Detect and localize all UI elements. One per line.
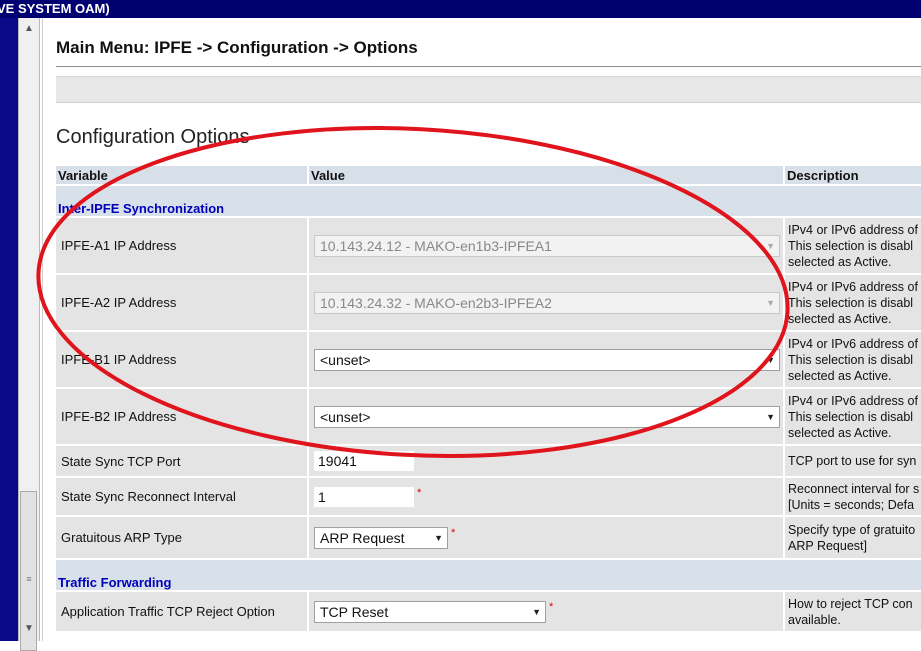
- variable-label: Gratuitous ARP Type: [56, 517, 309, 558]
- state-sync-reconnect-interval-input[interactable]: 1: [314, 486, 414, 507]
- variable-label: State Sync TCP Port: [56, 446, 309, 476]
- ipfe-b2-ip-address-select[interactable]: <unset> ▼: [314, 405, 780, 428]
- value-cell: <unset> ▼: [309, 332, 785, 387]
- chevron-down-icon: ▼: [766, 354, 775, 365]
- select-value: TCP Reset: [320, 603, 389, 620]
- description-cell: Reconnect interval for s [Units = seconds…: [785, 478, 921, 515]
- description-line: IPv4 or IPv6 address of: [788, 336, 918, 351]
- vertical-scrollbar[interactable]: ▲ ≡ ▼: [18, 18, 40, 651]
- description-line: IPv4 or IPv6 address of: [788, 279, 918, 294]
- table-row: Application Traffic TCP Reject Option TCP…: [56, 592, 921, 631]
- description-cell: IPv4 or IPv6 address of This selection is…: [785, 275, 921, 330]
- value-cell: ARP Request ▼ *: [309, 517, 785, 558]
- table-row: IPFE-A2 IP Address 10.143.24.32 - MAKO-en…: [56, 275, 921, 330]
- toolbar: [56, 76, 921, 103]
- description-line: This selection is disabl: [788, 295, 914, 310]
- breadcrumb: Main Menu: IPFE -> Configuration -> Opti…: [56, 38, 418, 57]
- description-line: selected as Active.: [788, 254, 892, 269]
- chevron-down-icon: ▼: [766, 297, 775, 308]
- header-variable: Variable: [56, 166, 309, 184]
- description-line: selected as Active.: [788, 368, 892, 383]
- value-cell: <unset> ▼: [309, 389, 785, 444]
- description-line: selected as Active.: [788, 311, 892, 326]
- table-row: IPFE-B2 IP Address <unset> ▼ IPv4 or IPv6 a…: [56, 389, 921, 444]
- description-line: selected as Active.: [788, 425, 892, 440]
- value-cell: TCP Reset ▼ *: [309, 592, 785, 631]
- table-header-row: Variable Value Description: [56, 166, 921, 184]
- divider: [56, 66, 921, 67]
- variable-label: IPFE-A1 IP Address: [56, 218, 309, 273]
- table-row: IPFE-B1 IP Address <unset> ▼ IPv4 or IPv6 a…: [56, 332, 921, 387]
- table-row: State Sync Reconnect Interval 1 * Reconnect…: [56, 478, 921, 515]
- select-value: 10.143.24.12 - MAKO-en1b3-IPFEA1: [320, 237, 552, 254]
- chevron-down-icon: ▼: [434, 532, 443, 543]
- table-row: IPFE-A1 IP Address 10.143.24.12 - MAKO-en…: [56, 218, 921, 273]
- options-table: Variable Value Description Inter-IPFE Sy…: [56, 164, 921, 633]
- variable-label: IPFE-B2 IP Address: [56, 389, 309, 444]
- header-value: Value: [309, 166, 785, 184]
- description-line: available.: [788, 612, 841, 627]
- description-line: This selection is disabl: [788, 238, 914, 253]
- select-value: <unset>: [320, 351, 371, 368]
- ipfe-b1-ip-address-select[interactable]: <unset> ▼: [314, 348, 780, 371]
- description-line: IPv4 or IPv6 address of: [788, 393, 918, 408]
- group-row: Inter-IPFE Synchronization: [56, 186, 921, 216]
- value-cell: 10.143.24.12 - MAKO-en1b3-IPFEA1 ▼: [309, 218, 785, 273]
- description-cell: IPv4 or IPv6 address of This selection is…: [785, 218, 921, 273]
- description-cell: IPv4 or IPv6 address of This selection is…: [785, 389, 921, 444]
- description-cell: IPv4 or IPv6 address of This selection is…: [785, 332, 921, 387]
- description-cell: Specify type of gratuito ARP Request]: [785, 517, 921, 558]
- table-row: State Sync TCP Port 19041 TCP port to use …: [56, 446, 921, 476]
- window-title-bar: VE SYSTEM OAM): [0, 0, 921, 18]
- select-value: ARP Request: [320, 529, 405, 546]
- description-line: This selection is disabl: [788, 352, 914, 367]
- scroll-up-icon[interactable]: ▲: [19, 20, 39, 38]
- ipfe-a2-ip-address-select: 10.143.24.32 - MAKO-en2b3-IPFEA2 ▼: [314, 291, 780, 314]
- grip-icon: ≡: [26, 574, 32, 584]
- description-line: IPv4 or IPv6 address of: [788, 222, 918, 237]
- main-content: Main Menu: IPFE -> Configuration -> Opti…: [42, 18, 921, 641]
- description-line: Specify type of gratuito: [788, 522, 916, 537]
- chevron-down-icon: ▼: [766, 240, 775, 251]
- description-line: How to reject TCP con: [788, 596, 913, 611]
- select-value: 10.143.24.32 - MAKO-en2b3-IPFEA2: [320, 294, 552, 311]
- select-value: <unset>: [320, 408, 371, 425]
- table-row: Gratuitous ARP Type ARP Request ▼ * Specify …: [56, 517, 921, 558]
- variable-label: State Sync Reconnect Interval: [56, 478, 309, 515]
- value-cell: 1 *: [309, 478, 785, 515]
- description-line: ARP Request]: [788, 538, 867, 553]
- description-cell: TCP port to use for syn: [785, 446, 921, 476]
- description-cell: How to reject TCP con available.: [785, 592, 921, 631]
- group-title: Inter-IPFE Synchronization: [56, 186, 921, 216]
- chevron-down-icon: ▼: [532, 606, 541, 617]
- application-traffic-tcp-reject-option-select[interactable]: TCP Reset ▼: [314, 600, 546, 623]
- variable-label: IPFE-A2 IP Address: [56, 275, 309, 330]
- gratuitous-arp-type-select[interactable]: ARP Request ▼: [314, 526, 448, 549]
- ipfe-a1-ip-address-select: 10.143.24.12 - MAKO-en1b3-IPFEA1 ▼: [314, 234, 780, 257]
- value-cell: 19041: [309, 446, 785, 476]
- table-body: Inter-IPFE Synchronization IPFE-A1 IP Add…: [56, 186, 921, 631]
- variable-label: Application Traffic TCP Reject Option: [56, 592, 309, 631]
- description-line: This selection is disabl: [788, 409, 914, 424]
- group-title: Traffic Forwarding: [56, 560, 921, 590]
- required-marker: *: [549, 600, 554, 613]
- variable-label: IPFE-B1 IP Address: [56, 332, 309, 387]
- header-description: Description: [785, 166, 921, 184]
- group-row: Traffic Forwarding: [56, 560, 921, 590]
- value-cell: 10.143.24.32 - MAKO-en2b3-IPFEA2 ▼: [309, 275, 785, 330]
- description-line: Reconnect interval for s: [788, 481, 920, 496]
- required-marker: *: [417, 486, 422, 499]
- description-line: [Units = seconds; Defa: [788, 497, 915, 512]
- scroll-down-icon[interactable]: ▼: [19, 620, 39, 638]
- chevron-down-icon: ▼: [766, 411, 775, 422]
- left-frame-strip: [0, 18, 18, 641]
- page-title: Configuration Options: [56, 126, 250, 148]
- window-title: VE SYSTEM OAM): [0, 1, 110, 16]
- required-marker: *: [451, 526, 456, 539]
- description-line: TCP port to use for syn: [788, 454, 917, 468]
- state-sync-tcp-port-input[interactable]: 19041: [314, 451, 414, 471]
